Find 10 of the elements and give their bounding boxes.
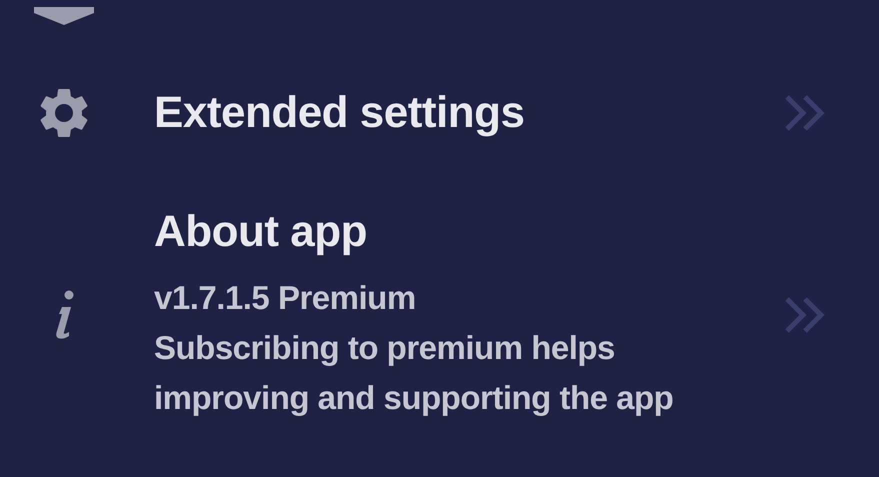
- menu-item-title: About app: [154, 207, 368, 257]
- info-icon: [54, 290, 76, 340]
- description-text: Subscribing to premium helps improving and supporting the app: [154, 328, 674, 418]
- version-text: v1.7.1.5 Premium: [154, 278, 417, 318]
- menu-item-title: Extended settings: [154, 88, 526, 138]
- double-chevron-icon: [785, 95, 825, 131]
- menu-item[interactable]: Extended settings: [0, 75, 879, 151]
- shield-icon: [34, 7, 94, 27]
- double-chevron-icon: [785, 297, 825, 333]
- menu-item[interactable]: About app v1.7.1.5 Premium Subscribing to premium helps improving and supporting the app: [0, 203, 879, 427]
